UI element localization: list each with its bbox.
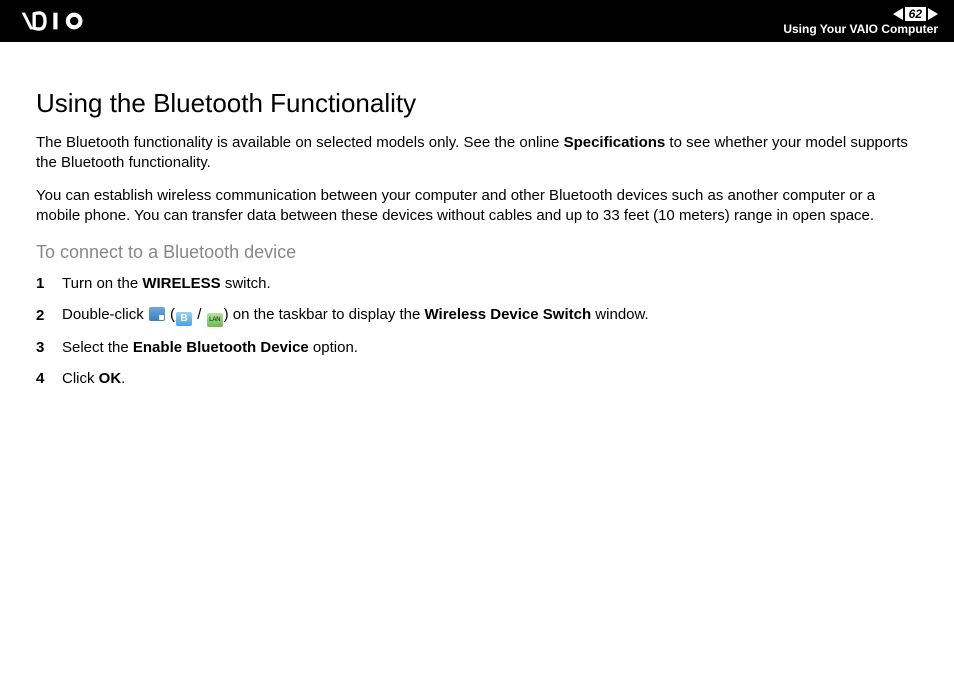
step-text: Double-click (B / LAN) on the taskbar to… [62,304,918,327]
header-right: 62 Using Your VAIO Computer [783,7,938,36]
text: option. [309,339,358,356]
step-text: Select the Enable Bluetooth Device optio… [62,337,918,358]
enable-bluetooth-bold: Enable Bluetooth Device [133,339,309,356]
text: ( [166,306,175,323]
bluetooth-b-icon: B [176,312,192,326]
text: Select the [62,339,133,356]
step-2: 2 Double-click (B / LAN) on the taskbar … [36,304,918,327]
step-text: Click OK. [62,368,918,389]
steps-list: 1 Turn on the WIRELESS switch. 2 Double-… [36,273,918,389]
next-page-arrow-icon[interactable] [928,8,938,20]
specifications-bold: Specifications [564,134,666,151]
step-3: 3 Select the Enable Bluetooth Device opt… [36,337,918,358]
breadcrumb: Using Your VAIO Computer [783,22,938,36]
step-4: 4 Click OK. [36,368,918,389]
step-number: 1 [36,273,62,294]
text: ) on the taskbar to display the [224,306,425,323]
wireless-device-switch-bold: Wireless Device Switch [425,306,592,323]
text: switch. [221,275,271,292]
text: Turn on the [62,275,142,292]
text: / [193,306,206,323]
text: Double-click [62,306,148,323]
intro-paragraph-2: You can establish wireless communication… [36,186,918,227]
page-number: 62 [905,7,926,21]
step-number: 4 [36,368,62,389]
ok-bold: OK [99,370,122,387]
step-text: Turn on the WIRELESS switch. [62,273,918,294]
step-number: 3 [36,337,62,358]
page-content: Using the Bluetooth Functionality The Bl… [0,42,954,389]
section-subtitle: To connect to a Bluetooth device [36,242,918,263]
step-1: 1 Turn on the WIRELESS switch. [36,273,918,294]
text: window. [591,306,649,323]
page-navigation: 62 [893,7,938,21]
prev-page-arrow-icon[interactable] [893,8,903,20]
taskbar-tray-icon [149,307,165,321]
text: The Bluetooth functionality is available… [36,134,564,151]
wireless-bold: WIRELESS [142,275,220,292]
text: . [121,370,125,387]
page-title: Using the Bluetooth Functionality [36,88,918,119]
intro-paragraph-1: The Bluetooth functionality is available… [36,133,918,174]
step-number: 2 [36,305,62,326]
vaio-logo [20,11,120,31]
header-bar: 62 Using Your VAIO Computer [0,0,954,42]
text: Click [62,370,99,387]
lan-icon: LAN [207,313,223,327]
